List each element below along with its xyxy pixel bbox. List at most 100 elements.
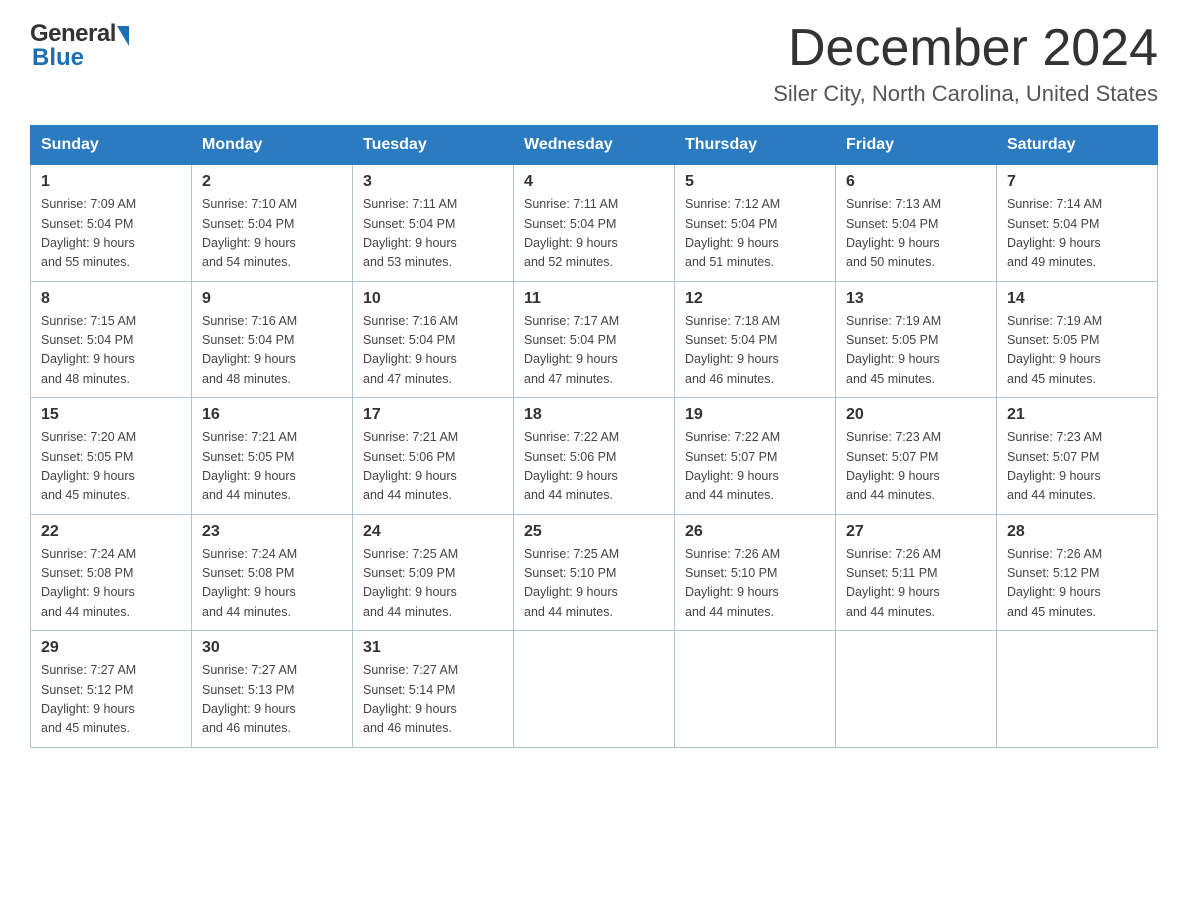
table-row: 31Sunrise: 7:27 AMSunset: 5:14 PMDayligh… bbox=[353, 631, 514, 748]
table-row: 19Sunrise: 7:22 AMSunset: 5:07 PMDayligh… bbox=[675, 398, 836, 515]
day-number: 13 bbox=[846, 290, 986, 308]
day-number: 26 bbox=[685, 523, 825, 541]
table-row: 16 Sunrise: 7:21 AMSunset: 5:05 PMDayligh… bbox=[192, 398, 353, 515]
table-row: 21 Sunrise: 7:23 AMSunset: 5:07 PMDayligh… bbox=[997, 398, 1158, 515]
day-number: 14 bbox=[1007, 290, 1147, 308]
day-info: Sunrise: 7:24 AMSunset: 5:08 PMDaylight:… bbox=[41, 545, 181, 623]
page-header: General Blue December 2024 Siler City, N… bbox=[30, 20, 1158, 107]
day-number: 27 bbox=[846, 523, 986, 541]
day-info: Sunrise: 7:21 AMSunset: 5:06 PMDaylight:… bbox=[363, 428, 503, 506]
header-monday: Monday bbox=[192, 126, 353, 165]
table-row: 24 Sunrise: 7:25 AMSunset: 5:09 PMDayligh… bbox=[353, 514, 514, 631]
table-row: 28Sunrise: 7:26 AMSunset: 5:12 PMDayligh… bbox=[997, 514, 1158, 631]
day-number: 29 bbox=[41, 639, 181, 657]
day-number: 4 bbox=[524, 173, 664, 191]
day-number: 30 bbox=[202, 639, 342, 657]
day-number: 12 bbox=[685, 290, 825, 308]
table-row: 7Sunrise: 7:14 AMSunset: 5:04 PMDaylight… bbox=[997, 165, 1158, 282]
table-row: 1 Sunrise: 7:09 AMSunset: 5:04 PMDaylight… bbox=[31, 165, 192, 282]
table-row: 6 Sunrise: 7:13 AMSunset: 5:04 PMDaylight… bbox=[836, 165, 997, 282]
table-row: 30 Sunrise: 7:27 AMSunset: 5:13 PMDayligh… bbox=[192, 631, 353, 748]
day-number: 19 bbox=[685, 406, 825, 424]
day-number: 25 bbox=[524, 523, 664, 541]
month-title: December 2024 bbox=[773, 20, 1158, 77]
table-row: 20 Sunrise: 7:23 AMSunset: 5:07 PMDayligh… bbox=[836, 398, 997, 515]
table-row bbox=[514, 631, 675, 748]
calendar-week-row: 8Sunrise: 7:15 AMSunset: 5:04 PMDaylight… bbox=[31, 281, 1158, 398]
day-number: 18 bbox=[524, 406, 664, 424]
day-number: 24 bbox=[363, 523, 503, 541]
table-row: 23 Sunrise: 7:24 AMSunset: 5:08 PMDayligh… bbox=[192, 514, 353, 631]
table-row bbox=[675, 631, 836, 748]
day-info: Sunrise: 7:22 AMSunset: 5:06 PMDaylight:… bbox=[524, 428, 664, 506]
day-number: 1 bbox=[41, 173, 181, 191]
table-row: 3 Sunrise: 7:11 AMSunset: 5:04 PMDaylight… bbox=[353, 165, 514, 282]
weekday-header-row: Sunday Monday Tuesday Wednesday Thursday… bbox=[31, 126, 1158, 165]
table-row: 2 Sunrise: 7:10 AMSunset: 5:04 PMDaylight… bbox=[192, 165, 353, 282]
header-sunday: Sunday bbox=[31, 126, 192, 165]
day-number: 8 bbox=[41, 290, 181, 308]
table-row: 22 Sunrise: 7:24 AMSunset: 5:08 PMDayligh… bbox=[31, 514, 192, 631]
calendar-week-row: 1 Sunrise: 7:09 AMSunset: 5:04 PMDaylight… bbox=[31, 165, 1158, 282]
day-number: 16 bbox=[202, 406, 342, 424]
table-row: 11 Sunrise: 7:17 AMSunset: 5:04 PMDayligh… bbox=[514, 281, 675, 398]
header-tuesday: Tuesday bbox=[353, 126, 514, 165]
day-info: Sunrise: 7:27 AMSunset: 5:13 PMDaylight:… bbox=[202, 661, 342, 739]
table-row bbox=[836, 631, 997, 748]
location-title: Siler City, North Carolina, United State… bbox=[773, 81, 1158, 107]
day-info: Sunrise: 7:12 AMSunset: 5:04 PMDaylight:… bbox=[685, 195, 825, 273]
table-row: 10Sunrise: 7:16 AMSunset: 5:04 PMDayligh… bbox=[353, 281, 514, 398]
day-info: Sunrise: 7:25 AMSunset: 5:10 PMDaylight:… bbox=[524, 545, 664, 623]
table-row: 29 Sunrise: 7:27 AMSunset: 5:12 PMDayligh… bbox=[31, 631, 192, 748]
day-info: Sunrise: 7:09 AMSunset: 5:04 PMDaylight:… bbox=[41, 195, 181, 273]
day-info: Sunrise: 7:24 AMSunset: 5:08 PMDaylight:… bbox=[202, 545, 342, 623]
table-row: 13 Sunrise: 7:19 AMSunset: 5:05 PMDayligh… bbox=[836, 281, 997, 398]
day-info: Sunrise: 7:23 AMSunset: 5:07 PMDaylight:… bbox=[1007, 428, 1147, 506]
day-info: Sunrise: 7:19 AMSunset: 5:05 PMDaylight:… bbox=[1007, 312, 1147, 390]
table-row: 12 Sunrise: 7:18 AMSunset: 5:04 PMDayligh… bbox=[675, 281, 836, 398]
day-info: Sunrise: 7:11 AMSunset: 5:04 PMDaylight:… bbox=[363, 195, 503, 273]
day-number: 22 bbox=[41, 523, 181, 541]
table-row: 27Sunrise: 7:26 AMSunset: 5:11 PMDayligh… bbox=[836, 514, 997, 631]
day-info: Sunrise: 7:10 AMSunset: 5:04 PMDaylight:… bbox=[202, 195, 342, 273]
day-info: Sunrise: 7:26 AMSunset: 5:12 PMDaylight:… bbox=[1007, 545, 1147, 623]
day-number: 21 bbox=[1007, 406, 1147, 424]
day-number: 3 bbox=[363, 173, 503, 191]
day-info: Sunrise: 7:23 AMSunset: 5:07 PMDaylight:… bbox=[846, 428, 986, 506]
day-number: 20 bbox=[846, 406, 986, 424]
header-saturday: Saturday bbox=[997, 126, 1158, 165]
table-row: 18 Sunrise: 7:22 AMSunset: 5:06 PMDayligh… bbox=[514, 398, 675, 515]
table-row: 14 Sunrise: 7:19 AMSunset: 5:05 PMDayligh… bbox=[997, 281, 1158, 398]
day-info: Sunrise: 7:17 AMSunset: 5:04 PMDaylight:… bbox=[524, 312, 664, 390]
day-number: 7 bbox=[1007, 173, 1147, 191]
day-number: 17 bbox=[363, 406, 503, 424]
day-info: Sunrise: 7:19 AMSunset: 5:05 PMDaylight:… bbox=[846, 312, 986, 390]
day-number: 11 bbox=[524, 290, 664, 308]
table-row: 5 Sunrise: 7:12 AMSunset: 5:04 PMDaylight… bbox=[675, 165, 836, 282]
day-number: 2 bbox=[202, 173, 342, 191]
table-row: 17 Sunrise: 7:21 AMSunset: 5:06 PMDayligh… bbox=[353, 398, 514, 515]
table-row: 9Sunrise: 7:16 AMSunset: 5:04 PMDaylight… bbox=[192, 281, 353, 398]
table-row: 8Sunrise: 7:15 AMSunset: 5:04 PMDaylight… bbox=[31, 281, 192, 398]
day-info: Sunrise: 7:21 AMSunset: 5:05 PMDaylight:… bbox=[202, 428, 342, 506]
logo-blue: Blue bbox=[32, 44, 84, 72]
table-row: 4 Sunrise: 7:11 AMSunset: 5:04 PMDaylight… bbox=[514, 165, 675, 282]
day-number: 23 bbox=[202, 523, 342, 541]
calendar-week-row: 15Sunrise: 7:20 AMSunset: 5:05 PMDayligh… bbox=[31, 398, 1158, 515]
table-row bbox=[997, 631, 1158, 748]
table-row: 25 Sunrise: 7:25 AMSunset: 5:10 PMDayligh… bbox=[514, 514, 675, 631]
day-number: 15 bbox=[41, 406, 181, 424]
day-info: Sunrise: 7:13 AMSunset: 5:04 PMDaylight:… bbox=[846, 195, 986, 273]
day-number: 6 bbox=[846, 173, 986, 191]
calendar-table: Sunday Monday Tuesday Wednesday Thursday… bbox=[30, 125, 1158, 748]
day-info: Sunrise: 7:16 AMSunset: 5:04 PMDaylight:… bbox=[363, 312, 503, 390]
day-info: Sunrise: 7:11 AMSunset: 5:04 PMDaylight:… bbox=[524, 195, 664, 273]
day-info: Sunrise: 7:25 AMSunset: 5:09 PMDaylight:… bbox=[363, 545, 503, 623]
logo-arrow-icon bbox=[117, 26, 129, 46]
table-row: 26Sunrise: 7:26 AMSunset: 5:10 PMDayligh… bbox=[675, 514, 836, 631]
day-number: 5 bbox=[685, 173, 825, 191]
day-info: Sunrise: 7:18 AMSunset: 5:04 PMDaylight:… bbox=[685, 312, 825, 390]
day-info: Sunrise: 7:27 AMSunset: 5:12 PMDaylight:… bbox=[41, 661, 181, 739]
calendar-week-row: 22 Sunrise: 7:24 AMSunset: 5:08 PMDayligh… bbox=[31, 514, 1158, 631]
day-number: 31 bbox=[363, 639, 503, 657]
